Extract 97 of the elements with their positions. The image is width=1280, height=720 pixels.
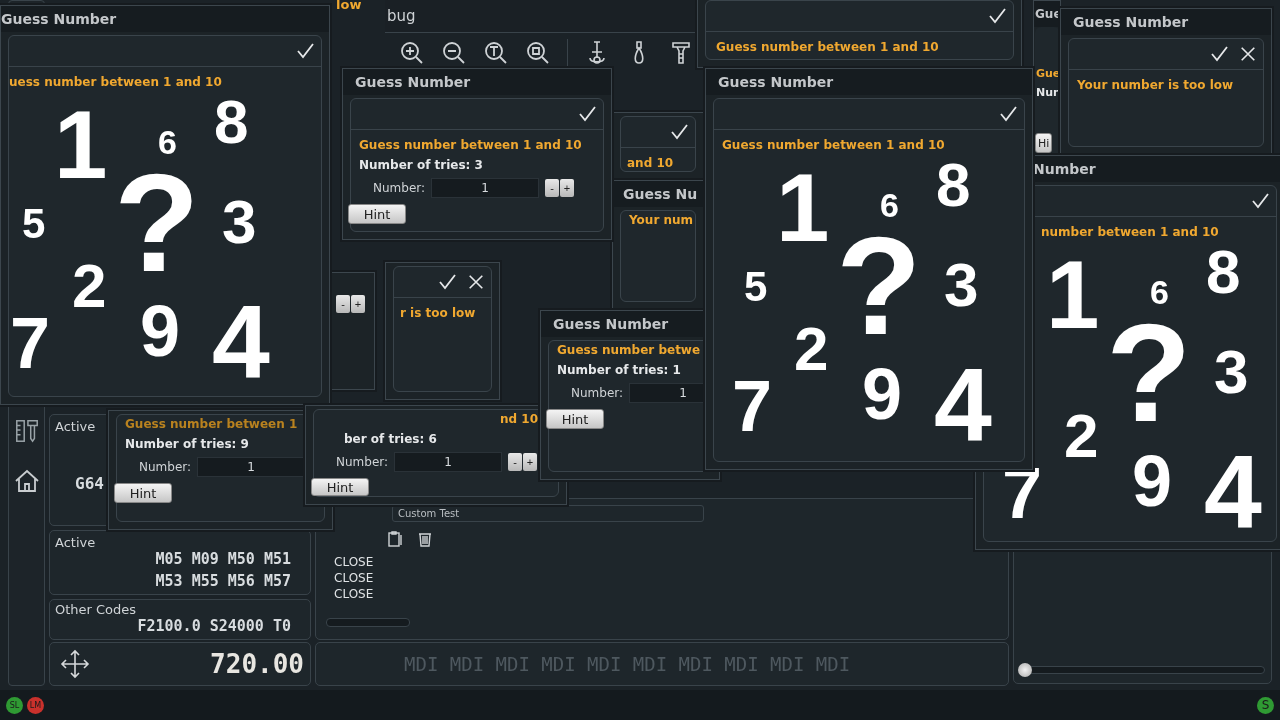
prompt-text: uess number between 1 and 10 xyxy=(9,75,222,89)
tries-text: Number of tries: 9 xyxy=(124,437,249,451)
panel-label: Active xyxy=(55,419,96,434)
status-led: LM xyxy=(27,696,44,714)
position-value: 720.00 xyxy=(210,649,304,679)
scrollbar[interactable] xyxy=(326,618,410,627)
number-graphic: 8 xyxy=(936,154,971,216)
number-graphic: 9 xyxy=(140,295,181,367)
check-icon[interactable] xyxy=(998,104,1018,124)
console-line: CLOSE xyxy=(334,586,374,602)
check-icon[interactable] xyxy=(987,6,1007,26)
number-field[interactable]: 1 xyxy=(197,457,306,477)
window-title: Guess Nu xyxy=(613,181,703,207)
message-text: Your number is too low xyxy=(1076,78,1234,92)
step-button[interactable]: + xyxy=(523,453,538,471)
number-field[interactable]: 1 xyxy=(431,178,540,198)
slider-thumb[interactable] xyxy=(1018,663,1032,677)
check-icon[interactable] xyxy=(669,122,689,142)
message-text: r is too low xyxy=(399,306,476,320)
number-graphic: 1 xyxy=(1046,247,1100,343)
console-line: CLOSE xyxy=(334,570,374,586)
number-graphic: 2 xyxy=(1064,405,1099,467)
hint-button[interactable]: Hint xyxy=(348,204,406,224)
step-button[interactable]: + xyxy=(351,295,365,313)
prompt-text: Guess number between 1 and 10 xyxy=(721,138,945,152)
g-code: G64 xyxy=(74,474,104,493)
number-graphic: 7 xyxy=(10,307,51,379)
prompt-text: number between 1 and 10 xyxy=(1040,225,1219,239)
status-led: S xyxy=(1257,696,1274,714)
prompt-text: Guess number between 1 and 10 xyxy=(715,40,939,54)
field-label: Number: xyxy=(571,386,624,400)
zoom-tool-icon[interactable] xyxy=(483,40,509,66)
trash-icon[interactable] xyxy=(416,530,434,548)
field-label: Number: xyxy=(139,460,192,474)
number-graphic: 9 xyxy=(862,358,903,430)
number-graphic: 1 xyxy=(776,160,830,256)
number-graphic: 3 xyxy=(944,254,979,316)
number-graphic: 8 xyxy=(1206,241,1241,303)
status-led: SL xyxy=(6,696,23,714)
tries-text: ber of tries: 6 xyxy=(343,432,437,446)
console-line: CLOSE xyxy=(334,554,374,570)
message-text: Your num xyxy=(628,213,694,227)
number-graphic: 1 xyxy=(54,97,108,193)
window-title: Guess Number xyxy=(1061,9,1271,35)
number-graphic: 3 xyxy=(1214,341,1249,403)
number-graphic: 2 xyxy=(72,255,107,317)
field-label: Number: xyxy=(336,455,389,469)
number-graphic: 4 xyxy=(1204,440,1262,544)
window-title: Guess Number xyxy=(1,6,329,32)
message-text: low xyxy=(336,0,362,12)
panel-label: Active xyxy=(55,535,96,550)
number-graphic: 4 xyxy=(934,353,992,457)
prompt-text: Guess number between 1 and 10 xyxy=(358,138,582,152)
check-icon[interactable] xyxy=(1250,191,1270,211)
check-icon[interactable] xyxy=(577,104,597,124)
prompt-text: nd 10 xyxy=(499,412,538,426)
zoom-out-icon[interactable] xyxy=(441,40,467,66)
step-button[interactable]: - xyxy=(545,179,560,197)
step-button[interactable]: - xyxy=(336,295,350,313)
number-graphic: 4 xyxy=(212,290,270,394)
prompt-text: Guess number between 1 xyxy=(124,417,298,431)
field-label: Number: xyxy=(373,181,426,195)
zoom-in-icon[interactable] xyxy=(399,40,425,66)
hint-button[interactable]: Hint xyxy=(311,478,369,496)
tries-text: Number of tries: 3 xyxy=(358,158,483,172)
close-icon[interactable] xyxy=(467,273,485,291)
hint-button[interactable]: Hi xyxy=(1035,133,1053,153)
move-icon[interactable] xyxy=(60,649,90,679)
hint-button[interactable]: Hint xyxy=(546,409,604,429)
number-graphic: 9 xyxy=(1132,445,1173,517)
close-icon[interactable] xyxy=(1239,45,1257,63)
number-field[interactable]: 1 xyxy=(394,452,503,472)
window-title: Guess Number xyxy=(706,69,1032,95)
number-graphic: 8 xyxy=(214,91,249,153)
zoom-extents-icon[interactable] xyxy=(525,40,551,66)
m-codes: M05 M09 M50 M51 xyxy=(155,550,292,568)
number-graphic: 7 xyxy=(732,370,773,442)
prompt-text: and 10 xyxy=(626,156,674,170)
ruler-tool-icon[interactable] xyxy=(13,417,40,445)
hint-button[interactable]: Hint xyxy=(114,483,172,503)
prompt-text: Guess number betwe xyxy=(556,343,701,357)
check-icon[interactable] xyxy=(1209,44,1229,64)
step-button[interactable]: - xyxy=(508,453,523,471)
number-graphic: 5 xyxy=(744,266,768,308)
tries-text: Number of tries: 1 xyxy=(556,363,681,377)
panel-label: Other Codes xyxy=(55,602,137,617)
m-codes: M53 M55 M56 M57 xyxy=(155,572,292,590)
slider[interactable] xyxy=(1020,663,1265,677)
other-codes: F2100.0 S24000 T0 xyxy=(137,617,292,635)
number-graphic: 2 xyxy=(794,318,829,380)
check-icon[interactable] xyxy=(437,272,457,292)
clipboard-icon[interactable] xyxy=(386,530,404,548)
check-icon[interactable] xyxy=(295,41,315,61)
number-graphic: 3 xyxy=(222,191,257,253)
window-title: Guess Number xyxy=(343,69,611,95)
number-graphic: 5 xyxy=(22,203,46,245)
step-button[interactable]: + xyxy=(560,179,575,197)
